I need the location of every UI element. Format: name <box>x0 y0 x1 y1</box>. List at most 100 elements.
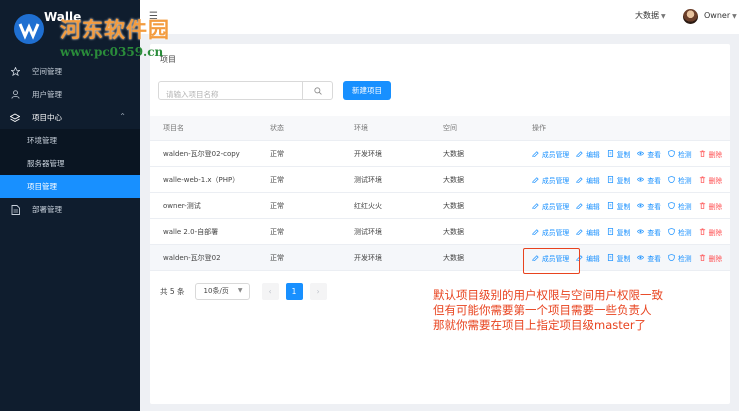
edit-button[interactable]: 编辑 <box>576 149 600 159</box>
user-menu[interactable]: Owner ▼ <box>704 11 737 20</box>
project-space: 大数据 <box>443 175 464 184</box>
members-button[interactable]: 成员管理 <box>532 149 569 159</box>
project-name: walden-瓦尔登02-copy <box>163 149 240 158</box>
table-row: owner-测试 正常 红红火火 大数据 成员管理 编辑 复制 查看 检测 删除 <box>150 193 730 219</box>
project-name: walle-web-1.x（PHP） <box>163 175 240 184</box>
shield-icon <box>668 202 675 209</box>
delete-button[interactable]: 删除 <box>699 149 723 159</box>
chevron-up-icon: ⌃ <box>119 112 126 121</box>
project-name: walden-瓦尔登02 <box>163 253 221 262</box>
sidebar-item-space[interactable]: 空间管理 <box>0 60 140 83</box>
copy-button[interactable]: 复制 <box>607 253 630 263</box>
column-header: 环境 <box>354 124 368 132</box>
trash-icon <box>699 202 705 209</box>
view-button[interactable]: 查看 <box>637 149 661 159</box>
delete-button[interactable]: 删除 <box>699 175 722 185</box>
trash-icon <box>699 228 705 235</box>
sidebar-item-users[interactable]: 用户管理 <box>0 83 140 106</box>
action-label: 成员管理 <box>542 228 570 237</box>
copy-button[interactable]: 复制 <box>607 175 630 185</box>
breadcrumb: 项目 <box>160 55 176 64</box>
eye-icon <box>637 151 645 156</box>
members-button[interactable]: 成员管理 <box>532 227 569 237</box>
content-card: 项目 新建项目 项目名 状态 环境 空间 操作 walden-瓦尔登02-cop… <box>150 44 730 404</box>
copy-icon <box>607 176 613 183</box>
action-label: 删除 <box>708 150 723 159</box>
sidebar: Walle 空间管理 用户管理 项目中心 ⌃ 环境管理 服务器管理 项目管理 部… <box>0 0 140 411</box>
view-button[interactable]: 查看 <box>637 227 661 237</box>
page-number[interactable]: 1 <box>285 282 303 300</box>
edit-icon <box>532 177 539 183</box>
search-button[interactable] <box>302 82 332 99</box>
check-button[interactable]: 检测 <box>668 175 692 185</box>
delete-button[interactable]: 删除 <box>699 253 722 263</box>
sidebar-item-projects[interactable]: 项目管理 <box>0 175 140 198</box>
sidebar-item-servers[interactable]: 服务器管理 <box>0 152 140 175</box>
sidebar-item-deploy[interactable]: 部署管理 <box>0 198 140 221</box>
annotation-text: 默认项目级别的用户权限与空间用户权限一致 但有可能你需要第一个项目需要一些负责人… <box>433 288 733 333</box>
action-label: 编辑 <box>586 254 600 263</box>
app-name: Walle <box>44 10 82 24</box>
trash-icon <box>699 254 705 261</box>
copy-icon <box>607 228 613 235</box>
check-button[interactable]: 检测 <box>668 227 692 237</box>
search-input[interactable] <box>159 86 299 103</box>
user-name: Owner <box>704 11 731 20</box>
caret-down-icon: ▼ <box>732 13 737 20</box>
avatar[interactable] <box>683 9 698 24</box>
search-box <box>158 81 333 103</box>
copy-button[interactable]: 复制 <box>607 227 630 237</box>
new-project-button[interactable]: 新建项目 <box>343 81 391 100</box>
delete-button[interactable]: 删除 <box>699 227 722 237</box>
check-button[interactable]: 检测 <box>668 201 692 211</box>
menu-fold-icon[interactable]: ☰ <box>149 11 158 22</box>
layers-icon <box>10 112 20 123</box>
eye-icon <box>637 177 645 182</box>
action-label: 检测 <box>677 254 692 263</box>
pagination: 共 5 条 10条/页 ▼ ‹ 1 › <box>160 282 327 300</box>
action-label: 检测 <box>677 228 692 237</box>
total-count: 共 5 条 <box>160 286 185 296</box>
edit-button[interactable]: 编辑 <box>576 201 600 211</box>
highlight-box <box>523 248 580 274</box>
action-label: 检测 <box>677 176 692 185</box>
members-button[interactable]: 成员管理 <box>532 201 569 211</box>
copy-button[interactable]: 复制 <box>607 201 631 211</box>
members-button[interactable]: 成员管理 <box>532 175 569 185</box>
view-button[interactable]: 查看 <box>637 175 661 185</box>
workspace-select[interactable]: 大数据 ▼ <box>635 10 666 21</box>
logo[interactable]: Walle <box>0 0 140 56</box>
sidebar-item-environments[interactable]: 环境管理 <box>0 129 140 152</box>
eye-icon <box>637 203 645 208</box>
page-size-select[interactable]: 10条/页 ▼ <box>194 282 250 300</box>
annotation-line: 但有可能你需要第一个项目需要一些负责人 <box>433 303 652 317</box>
project-status: 正常 <box>270 175 284 184</box>
project-space: 大数据 <box>443 149 464 158</box>
edit-icon <box>576 151 583 157</box>
view-button[interactable]: 查看 <box>637 253 661 263</box>
action-label: 查看 <box>647 202 661 211</box>
action-label: 编辑 <box>586 202 600 211</box>
edit-button[interactable]: 编辑 <box>576 227 600 237</box>
edit-icon <box>576 203 583 209</box>
edit-button[interactable]: 编辑 <box>576 175 600 185</box>
prev-page-button[interactable]: ‹ <box>261 282 279 300</box>
edit-icon <box>532 203 539 209</box>
check-button[interactable]: 检测 <box>668 149 692 159</box>
action-label: 复制 <box>616 202 631 211</box>
sidebar-item-project-center[interactable]: 项目中心 ⌃ <box>0 106 140 129</box>
action-label: 成员管理 <box>542 150 570 159</box>
delete-button[interactable]: 删除 <box>699 201 722 211</box>
check-button[interactable]: 检测 <box>668 253 692 263</box>
row-actions: 成员管理 编辑 复制 查看 检测 删除 <box>532 219 722 244</box>
view-button[interactable]: 查看 <box>637 201 661 211</box>
row-actions: 成员管理 编辑 复制 查看 检测 删除 <box>532 141 722 166</box>
copy-button[interactable]: 复制 <box>607 149 630 159</box>
sidebar-item-label: 用户管理 <box>32 90 62 99</box>
column-header: 空间 <box>443 124 457 132</box>
search-icon <box>313 86 322 95</box>
sidebar-item-label: 空间管理 <box>32 67 62 76</box>
table-header: 项目名 状态 环境 空间 操作 <box>150 116 730 141</box>
next-page-button[interactable]: › <box>309 282 327 300</box>
user-icon <box>10 90 20 100</box>
